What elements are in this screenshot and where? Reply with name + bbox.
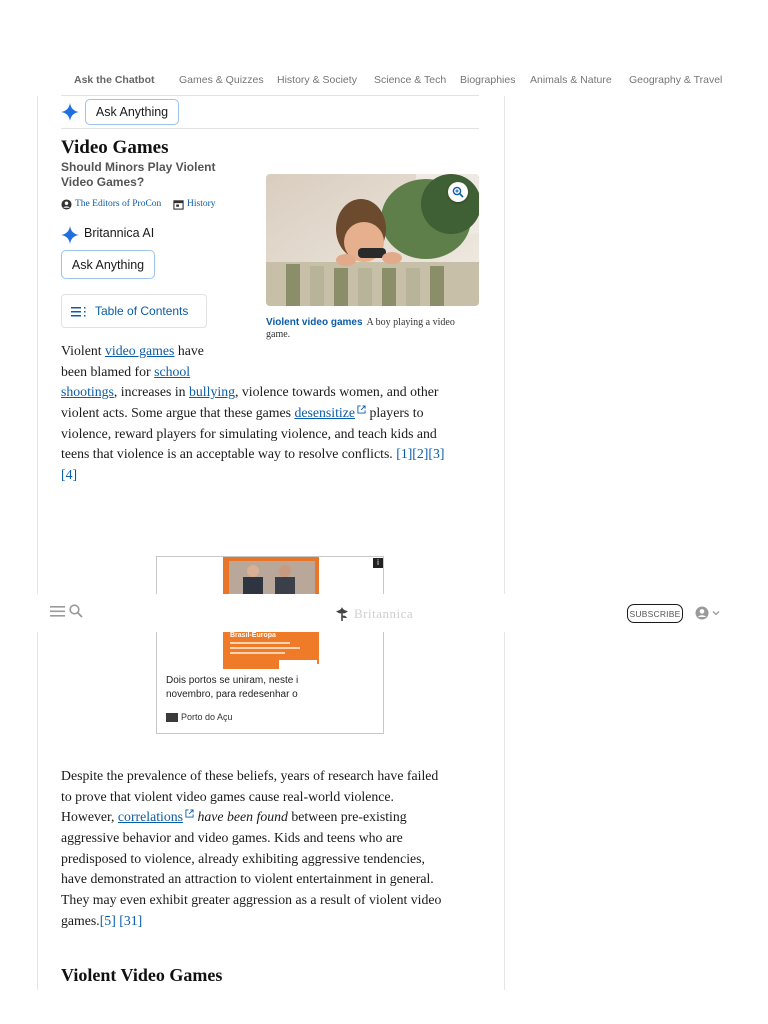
ai-ask-anything-button[interactable]: Ask Anything [61, 250, 155, 279]
text: violence, reward players for simulating … [61, 425, 437, 441]
nav-science-tech[interactable]: Science & Tech [374, 74, 446, 86]
text: Violent [61, 343, 106, 358]
link-desensitize[interactable]: desensitize [294, 405, 355, 420]
citation-ref[interactable]: [31] [119, 913, 142, 928]
boy-playing-video-game-image [266, 174, 479, 306]
zoom-button[interactable] [448, 182, 468, 202]
text: teens that violence is an acceptable way… [61, 446, 397, 462]
search-icon[interactable] [69, 604, 83, 618]
text: , violence towards women, and other [235, 384, 439, 400]
zoom-in-icon [452, 186, 464, 198]
category-meta[interactable]: History [173, 197, 216, 211]
toc-label: Table of Contents [95, 304, 189, 318]
text: games. [61, 912, 100, 928]
author-link[interactable]: The Editors of ProCon [75, 199, 161, 209]
ad-headline-line: Dois portos se uniram, neste i [166, 675, 299, 686]
article-image[interactable] [266, 174, 479, 306]
divider [61, 128, 479, 129]
category-link[interactable]: History [187, 199, 216, 209]
link-school-shootings[interactable]: shootings [61, 384, 114, 399]
ad-image [223, 557, 319, 594]
citation-refs[interactable]: [1][2][3] [396, 446, 444, 461]
nav-history-society[interactable]: History & Society [277, 74, 357, 86]
nav-biographies[interactable]: Biographies [460, 74, 515, 86]
nav-games-quizzes[interactable]: Games & Quizzes [179, 74, 264, 86]
link-video-games[interactable]: video games [105, 343, 174, 358]
text: predisposed to violence, already exhibit… [61, 850, 425, 866]
external-link-icon [185, 809, 194, 818]
ask-anything-button[interactable]: Ask Anything [85, 99, 179, 125]
page-title: Video Games [61, 137, 169, 158]
ad-source-logo-icon [166, 712, 178, 722]
ad-headline[interactable]: Dois portos se uniram, neste i novembro,… [166, 674, 316, 702]
paragraph-research: Despite the prevalence of these beliefs,… [61, 766, 441, 932]
ad-photo [223, 557, 319, 594]
top-navigation: Ask the Chatbot Games & Quizzes History … [66, 74, 746, 90]
external-link-icon [357, 405, 366, 414]
advertisement[interactable]: Brasil-Europa i Dois portos se uniram, n… [156, 556, 384, 734]
thistle-logo-icon [336, 607, 348, 621]
caption-title[interactable]: Violent video games [266, 317, 363, 328]
section-heading: Violent Video Games [61, 965, 223, 985]
text: been blamed for [61, 363, 155, 379]
logo-wordmark: Britannica [354, 606, 414, 621]
citation-ref[interactable]: [4] [61, 467, 77, 482]
ad-background [310, 664, 383, 733]
text: Despite the prevalence of these beliefs,… [61, 768, 439, 783]
user-icon [61, 198, 72, 210]
link-school-shootings[interactable]: school [154, 364, 190, 379]
ad-headline-line: novembro, para redesenhar o [166, 689, 298, 700]
paragraph-intro: Violent video games have been blamed for… [61, 341, 444, 486]
text: aggressive behavior and video games. Kid… [61, 830, 403, 846]
subscribe-button[interactable]: SUBSCRIBE [627, 604, 683, 623]
menu-icon[interactable] [50, 605, 66, 618]
citation-ref[interactable]: [5] [100, 913, 116, 928]
ad-banner-title: Brasil-Europa [230, 632, 276, 639]
text: have demonstrated an attraction to viole… [61, 871, 434, 887]
list-icon [71, 307, 86, 317]
ad-source[interactable]: Porto do Açu [166, 712, 233, 722]
text: between pre-existing [287, 809, 407, 825]
image-caption: Violent video games A boy playing a video… [266, 317, 479, 341]
ad-info-icon[interactable]: i [373, 558, 383, 568]
chevron-down-icon [712, 611, 720, 616]
nav-animals-nature[interactable]: Animals & Nature [530, 74, 612, 86]
ad-source-label: Porto do Açu [181, 712, 233, 722]
table-of-contents-button[interactable]: Table of Contents [61, 294, 207, 328]
nav-ask-chatbot[interactable]: Ask the Chatbot [74, 74, 155, 86]
divider [61, 95, 479, 96]
calendar-icon [173, 199, 184, 210]
nav-geography-travel[interactable]: Geography & Travel [629, 74, 722, 86]
sparkle-icon [61, 226, 79, 244]
text: to prove that violent video games cause … [61, 788, 394, 804]
link-correlations[interactable]: correlations [118, 809, 183, 824]
account-menu[interactable] [695, 606, 720, 620]
text: , increases in [113, 384, 189, 400]
text: players to [366, 405, 424, 421]
text: However, [61, 809, 118, 825]
text: violent acts. Some argue that these game… [61, 405, 295, 421]
britannica-logo[interactable]: Britannica [334, 605, 413, 623]
page-subtitle: Should Minors Play Violent Video Games? [61, 160, 216, 189]
text: They may even exhibit greater aggression… [61, 892, 442, 908]
emphasis-text: have been found [197, 809, 288, 825]
link-bullying[interactable]: bullying [189, 384, 235, 399]
text: have [174, 343, 204, 358]
ad-banner: Brasil-Europa [223, 629, 319, 669]
sparkle-icon [61, 103, 79, 121]
britannica-ai-label: Britannica AI [84, 226, 155, 240]
author-meta[interactable]: The Editors of ProCon [61, 197, 161, 211]
account-icon [695, 606, 709, 620]
